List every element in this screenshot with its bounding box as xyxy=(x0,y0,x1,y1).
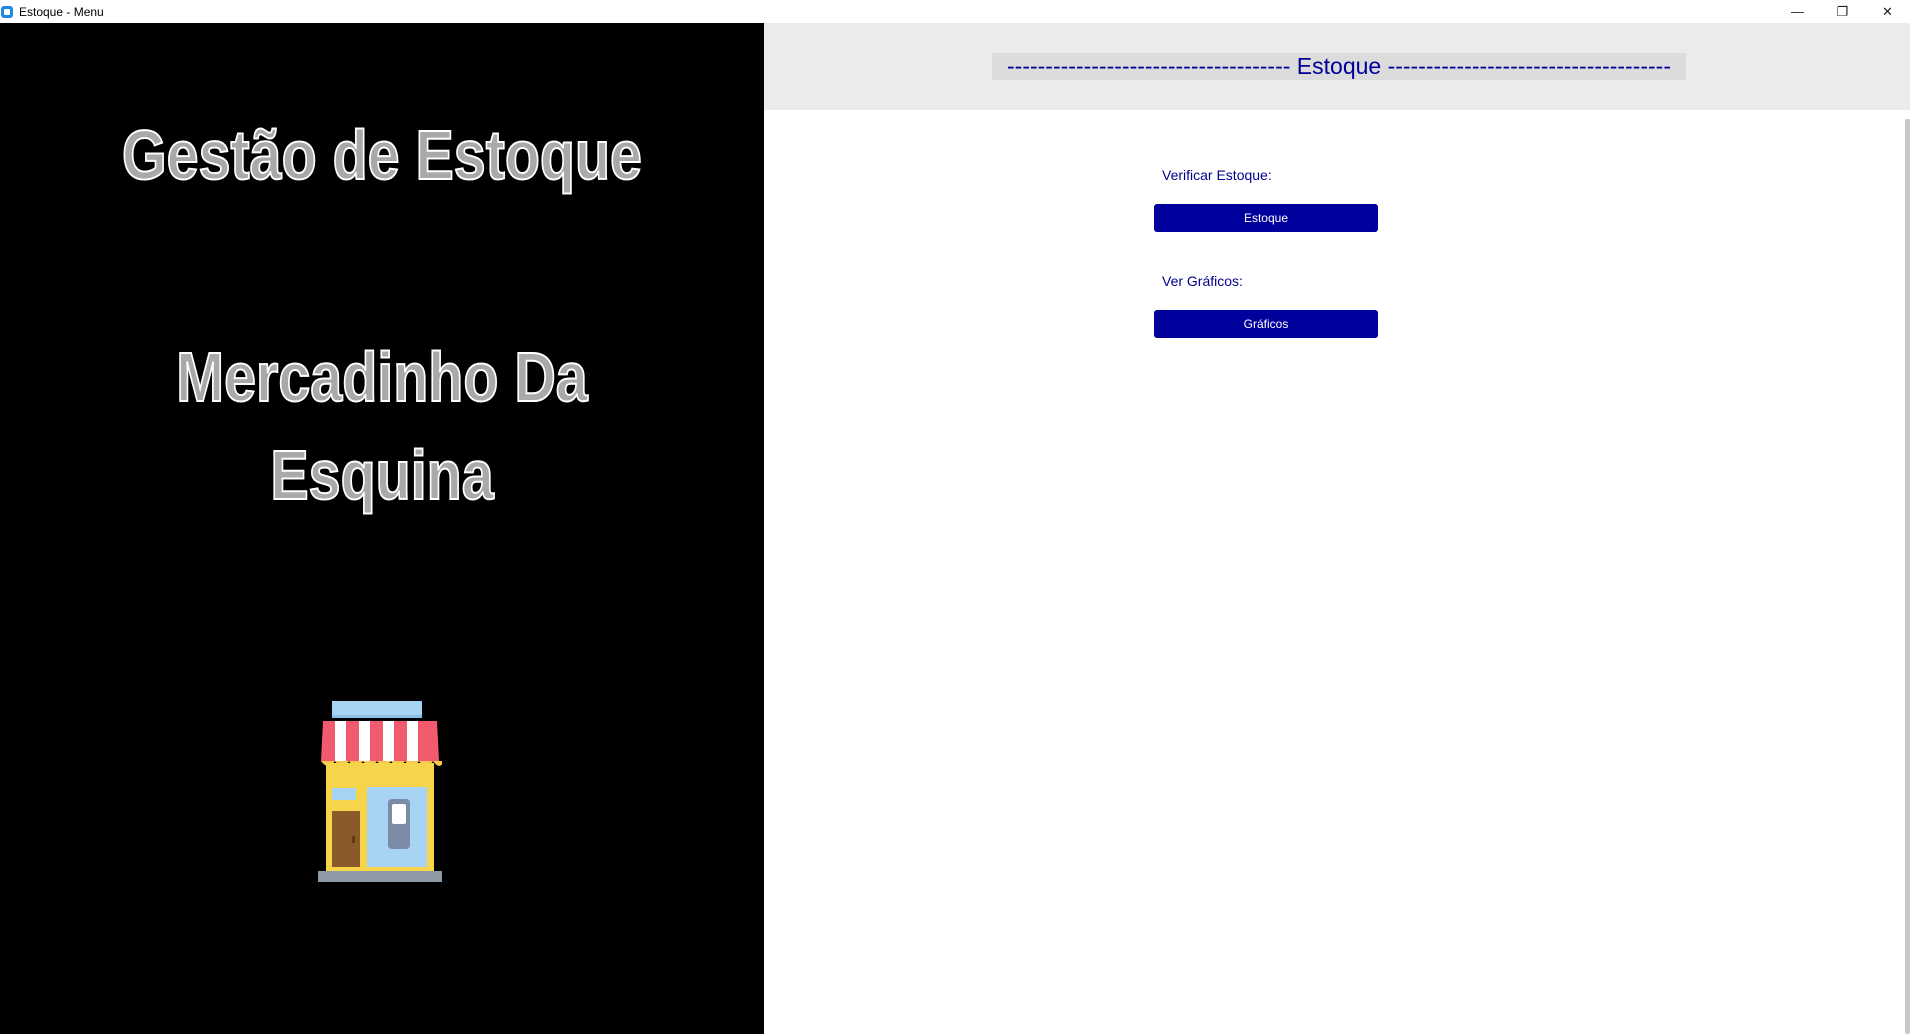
verificar-estoque-label: Verificar Estoque: xyxy=(1162,167,1272,183)
header-band: ------------------------------------- Es… xyxy=(764,23,1910,110)
ver-graficos-label: Ver Gráficos: xyxy=(1162,273,1243,289)
scrollbar-thumb[interactable] xyxy=(1905,119,1910,1034)
close-button[interactable]: ✕ xyxy=(1865,0,1910,23)
store-icon xyxy=(318,701,442,882)
window-title: Estoque - Menu xyxy=(19,4,104,19)
store-name-line1: Mercadinho Da xyxy=(175,337,588,417)
restore-button[interactable]: ❐ xyxy=(1820,0,1865,23)
menu-panel: ------------------------------------- Es… xyxy=(764,23,1910,1034)
store-name-line2: Esquina xyxy=(270,435,495,515)
estoque-button[interactable]: Estoque xyxy=(1154,204,1378,232)
window-controls: — ❐ ✕ xyxy=(1775,0,1910,23)
window-titlebar: Estoque - Menu — ❐ ✕ xyxy=(0,0,1910,23)
minimize-button[interactable]: — xyxy=(1775,0,1820,23)
app-icon xyxy=(1,5,13,18)
graficos-button[interactable]: Gráficos xyxy=(1154,310,1378,338)
branding-panel: Gestão de Estoque Mercadinho Da Esquina xyxy=(0,23,764,1034)
page-title: ------------------------------------- Es… xyxy=(992,53,1686,80)
vertical-scrollbar[interactable] xyxy=(1905,119,1910,1034)
store-name: Mercadinho Da Esquina xyxy=(69,328,695,524)
app-title: Gestão de Estoque xyxy=(121,115,643,195)
